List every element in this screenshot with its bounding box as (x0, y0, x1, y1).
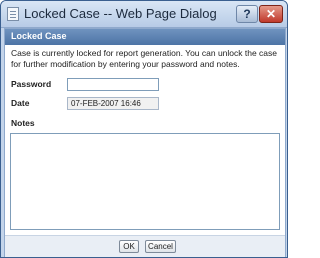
window-title: Locked Case -- Web Page Dialog (24, 6, 217, 21)
dialog-content: Locked Case Case is currently locked for… (4, 28, 286, 257)
help-button[interactable]: ? (236, 5, 258, 23)
cancel-button[interactable]: Cancel (145, 240, 176, 253)
button-bar: OK Cancel (5, 235, 285, 257)
password-label: Password (11, 79, 52, 89)
page-icon (7, 7, 19, 21)
title-bar[interactable]: Locked Case -- Web Page Dialog ? ✕ (1, 1, 287, 28)
ok-button[interactable]: OK (119, 240, 139, 253)
lock-message: Case is currently locked for report gene… (11, 48, 278, 69)
dialog-window: Locked Case -- Web Page Dialog ? ✕ Locke… (0, 0, 288, 258)
date-label: Date (11, 98, 30, 108)
dialog-header: Locked Case (5, 29, 285, 45)
date-field: 07-FEB-2007 16:46 (67, 97, 159, 110)
notes-textarea[interactable] (10, 133, 280, 230)
password-input[interactable] (67, 78, 159, 91)
notes-label: Notes (11, 118, 35, 128)
close-button[interactable]: ✕ (259, 5, 283, 23)
dialog-header-title: Locked Case (11, 31, 67, 41)
